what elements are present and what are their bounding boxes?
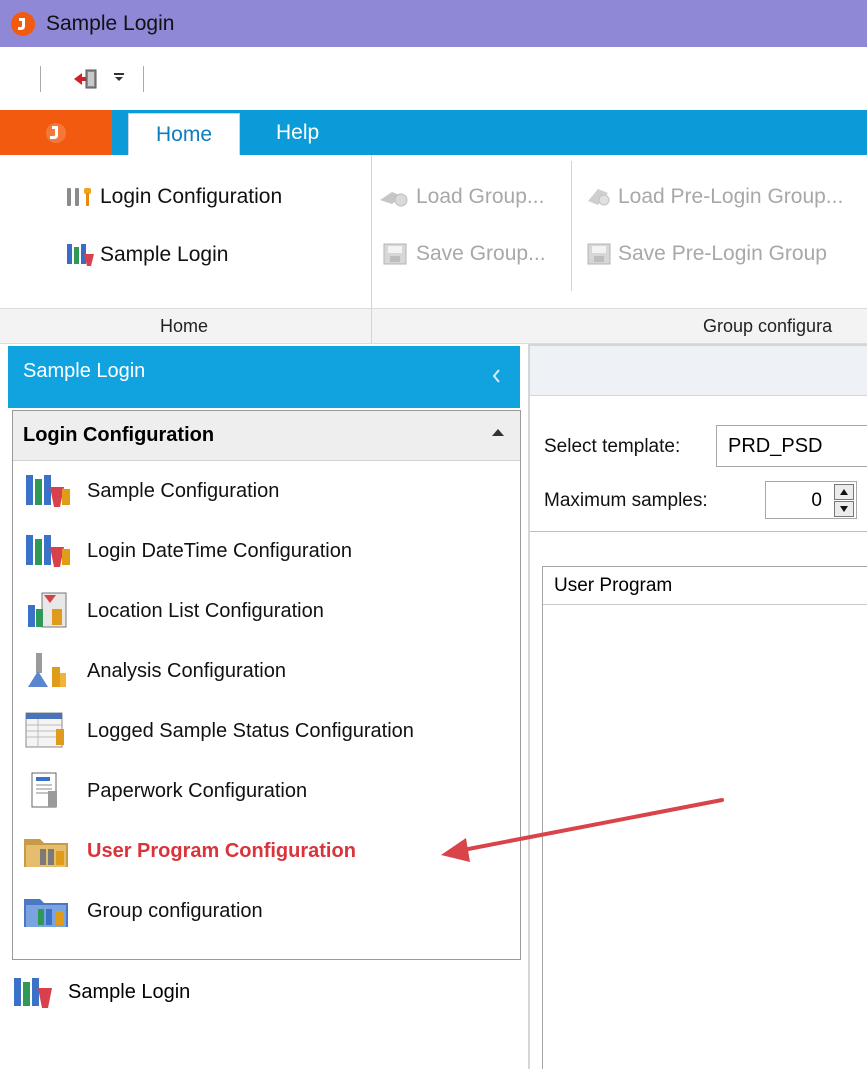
nav-item-label: Group configuration xyxy=(87,899,263,922)
location-list-icon xyxy=(21,591,75,631)
nav-panel-header: Sample Login xyxy=(8,346,520,408)
nav-item-label: User Program Configuration xyxy=(87,839,356,862)
sample-login-label: Sample Login xyxy=(100,243,229,266)
separator xyxy=(571,161,572,291)
load-group-button[interactable]: Load Group... xyxy=(378,185,544,209)
flask-icon xyxy=(21,471,75,511)
nav-item-label: Paperwork Configuration xyxy=(87,779,308,802)
chevron-down-icon xyxy=(114,72,124,81)
select-template-label: Select template: xyxy=(544,436,681,457)
user-program-folder-icon xyxy=(21,831,75,871)
separator xyxy=(40,65,41,92)
save-prelogin-group-button[interactable]: Save Pre-Login Group xyxy=(584,242,827,266)
load-prelogin-group-button[interactable]: Load Pre-Login Group... xyxy=(584,185,843,209)
separator xyxy=(371,309,372,343)
tools-icon xyxy=(64,185,96,209)
main-content: Select template: PRD_PSD Maximum samples… xyxy=(528,344,867,1069)
save-group-button[interactable]: Save Group... xyxy=(378,242,546,266)
flask-icon xyxy=(64,242,96,268)
login-configuration-button[interactable]: Login Configuration xyxy=(64,185,282,209)
ribbon-group-labels: Home Group configura xyxy=(0,308,867,344)
customize-toolbar-dropdown[interactable] xyxy=(113,70,125,88)
content-header-strip xyxy=(530,344,867,396)
quick-access-toolbar xyxy=(0,47,867,110)
ribbon-tab-bar: Home Help xyxy=(0,110,867,155)
nav-item-location-list-configuration[interactable]: Location List Configuration xyxy=(13,581,520,641)
login-configuration-label: Login Configuration xyxy=(100,185,283,208)
grid-column-header[interactable]: User Program xyxy=(543,567,867,605)
save-group-icon xyxy=(378,242,412,266)
divider xyxy=(530,531,867,532)
tab-home[interactable]: Home xyxy=(128,113,240,155)
load-prelogin-group-icon xyxy=(584,185,614,209)
nav-group-title: Login Configuration xyxy=(23,424,215,446)
chevron-left-icon xyxy=(492,369,500,383)
status-grid-icon xyxy=(21,711,75,751)
title-bar: Sample Login xyxy=(0,0,867,47)
load-group-icon xyxy=(378,186,412,208)
load-group-label: Load Group... xyxy=(416,185,545,208)
nav-item-label: Location List Configuration xyxy=(87,599,324,622)
flask-icon xyxy=(21,531,75,571)
user-program-grid[interactable]: User Program xyxy=(542,566,867,1069)
nav-bottom-label: Sample Login xyxy=(68,980,191,1003)
maximum-samples-value: 0 xyxy=(811,490,822,511)
nav-item-label: Analysis Configuration xyxy=(87,659,286,682)
separator xyxy=(143,65,144,92)
app-logo-icon xyxy=(11,11,35,36)
tab-help[interactable]: Help xyxy=(276,110,319,155)
paperwork-icon xyxy=(21,771,75,811)
collapse-panel-button[interactable] xyxy=(491,364,501,390)
nav-item-label: Login DateTime Configuration xyxy=(87,539,352,562)
separator xyxy=(371,155,372,310)
template-value: PRD_PSD xyxy=(728,434,823,457)
analysis-icon xyxy=(21,651,75,691)
ribbon-panel: Login Configuration Sample Login Load Gr… xyxy=(0,155,867,310)
exit-door-icon xyxy=(74,69,97,88)
save-prelogin-group-icon xyxy=(584,242,614,266)
collapse-group-icon[interactable] xyxy=(492,429,504,436)
save-group-label: Save Group... xyxy=(416,242,546,265)
column-header-user-program: User Program xyxy=(554,574,673,596)
load-prelogin-group-label: Load Pre-Login Group... xyxy=(618,185,844,208)
app-logo-icon xyxy=(46,122,66,143)
home-group-label: Home xyxy=(160,315,209,336)
template-select[interactable]: PRD_PSD xyxy=(716,425,867,467)
nav-group-login-configuration[interactable]: Login Configuration xyxy=(13,411,520,461)
chevron-down-icon xyxy=(840,506,848,512)
nav-item-user-program-configuration[interactable]: User Program Configuration xyxy=(13,821,520,881)
nav-item-sample-configuration[interactable]: Sample Configuration xyxy=(13,461,520,521)
maximum-samples-stepper[interactable]: 0 xyxy=(765,481,857,519)
group-configuration-group-label: Group configura xyxy=(703,315,833,336)
chevron-up-icon xyxy=(840,489,848,495)
nav-item-group-configuration[interactable]: Group configuration xyxy=(13,881,520,941)
group-folder-icon xyxy=(21,891,75,931)
maximum-samples-label: Maximum samples: xyxy=(544,490,708,511)
nav-group-box: Login Configuration Sample Configuration xyxy=(12,410,521,960)
nav-item-paperwork-configuration[interactable]: Paperwork Configuration xyxy=(13,761,520,821)
decrement-button[interactable] xyxy=(834,501,854,517)
application-menu-button[interactable] xyxy=(0,110,112,155)
increment-button[interactable] xyxy=(834,484,854,500)
save-prelogin-group-label: Save Pre-Login Group xyxy=(618,242,827,265)
nav-panel-title: Sample Login xyxy=(23,360,146,382)
nav-item-logged-sample-status-configuration[interactable]: Logged Sample Status Configuration xyxy=(13,701,520,761)
nav-item-label: Logged Sample Status Configuration xyxy=(87,719,414,742)
nav-item-label: Sample Configuration xyxy=(87,479,280,502)
nav-item-login-datetime-configuration[interactable]: Login DateTime Configuration xyxy=(13,521,520,581)
sample-login-button[interactable]: Sample Login xyxy=(64,242,228,268)
window-title: Sample Login xyxy=(46,11,175,35)
nav-item-analysis-configuration[interactable]: Analysis Configuration xyxy=(13,641,520,701)
exit-button[interactable] xyxy=(73,68,99,90)
nav-item-sample-login[interactable]: Sample Login xyxy=(10,964,190,1020)
flask-icon xyxy=(10,972,62,1012)
